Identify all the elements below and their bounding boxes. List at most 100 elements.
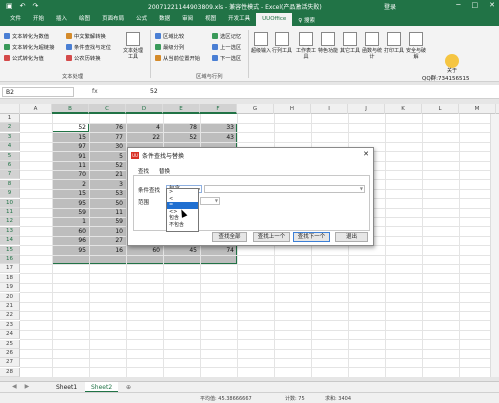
maximize-button[interactable]: □	[472, 1, 479, 9]
formula-to-value-button[interactable]: 公式转化为值	[4, 54, 54, 62]
find-next-button[interactable]: 查找下一个	[293, 232, 330, 242]
column-header-e[interactable]: E	[163, 104, 200, 114]
table-cell[interactable]: 4	[126, 123, 162, 132]
row-col-tools-button[interactable]: 行列工具	[272, 32, 292, 54]
other-tools-button[interactable]: 其它工具	[340, 32, 360, 54]
row-header[interactable]: 18	[0, 273, 20, 283]
column-header-i[interactable]: I	[311, 104, 348, 114]
row-header[interactable]: 8	[0, 179, 20, 189]
previous-selection-button[interactable]: 上一选区	[212, 43, 241, 51]
minimize-button[interactable]: ─	[456, 1, 460, 9]
table-cell[interactable]: 30	[89, 142, 125, 151]
table-cell[interactable]: 60	[52, 227, 88, 236]
calendar-convert-button[interactable]: 公农历转换	[66, 54, 111, 62]
tab-page-layout[interactable]: 页面布局	[96, 13, 130, 26]
print-tools-button[interactable]: 打印工具	[384, 32, 404, 54]
special-features-button[interactable]: 特色功能	[318, 32, 338, 54]
table-cell[interactable]: 59	[52, 208, 88, 217]
column-header-b[interactable]: B	[52, 104, 89, 114]
table-cell[interactable]: 74	[200, 246, 236, 255]
find-all-button[interactable]: 查找全部	[212, 232, 247, 242]
tab-uuoffice[interactable]: UUOffice	[256, 13, 293, 26]
range-select[interactable]: ▼	[200, 197, 220, 205]
column-header-f[interactable]: F	[200, 104, 237, 114]
table-cell[interactable]: 97	[52, 142, 88, 151]
row-header[interactable]: 26	[0, 349, 20, 358]
table-cell[interactable]: 52	[163, 133, 199, 142]
table-cell[interactable]: 22	[126, 133, 162, 142]
row-header[interactable]: 9	[0, 189, 20, 199]
row-header[interactable]: 22	[0, 311, 20, 321]
dialog-close-icon[interactable]: ✕	[363, 150, 369, 158]
worksheet-tools-button[interactable]: 工作表工具	[296, 32, 316, 60]
row-header[interactable]: 4	[0, 142, 20, 152]
super-input-button[interactable]: 超级输入	[251, 32, 271, 54]
row-header[interactable]: 16	[0, 255, 20, 264]
table-cell[interactable]: 95	[52, 199, 88, 208]
tab-view[interactable]: 视图	[199, 13, 222, 26]
table-cell[interactable]: 59	[89, 217, 125, 226]
row-header[interactable]: 11	[0, 208, 20, 217]
save-icon[interactable]: ▣	[6, 2, 13, 10]
start-from-current-button[interactable]: 从当前位置开始	[155, 54, 200, 62]
split-column-button[interactable]: 最级分列	[155, 43, 200, 51]
row-header[interactable]: 19	[0, 283, 20, 293]
conditional-find-button[interactable]: 条件查找与定位	[66, 43, 111, 51]
sheet-prev-icon[interactable]: ◀	[12, 383, 17, 390]
redo-icon[interactable]: ↷	[33, 2, 39, 10]
tab-formulas[interactable]: 公式	[130, 13, 153, 26]
row-header[interactable]: 2	[0, 123, 20, 133]
table-cell[interactable]: 33	[200, 123, 236, 132]
formula-input[interactable]: 52	[150, 88, 158, 95]
row-header[interactable]: 6	[0, 161, 20, 170]
row-header[interactable]: 21	[0, 302, 20, 311]
table-cell[interactable]: 5	[89, 152, 125, 161]
row-header[interactable]: 7	[0, 170, 20, 180]
row-header[interactable]: 14	[0, 236, 20, 246]
table-cell[interactable]: 52	[52, 123, 88, 132]
table-cell[interactable]: 15	[52, 189, 88, 198]
tab-home[interactable]: 开始	[27, 13, 50, 26]
option-not-contains[interactable]: 不包含	[167, 222, 198, 229]
text-tools-button[interactable]: 文本处理工具	[123, 32, 143, 60]
sheet-next-icon[interactable]: ▶	[25, 383, 30, 390]
table-cell[interactable]: 21	[89, 170, 125, 179]
row-header[interactable]: 17	[0, 264, 20, 274]
search-box[interactable]: ♀ 搜索	[298, 16, 315, 24]
row-header[interactable]: 5	[0, 151, 20, 161]
tab-data[interactable]: 数据	[153, 13, 176, 26]
row-header[interactable]: 10	[0, 198, 20, 208]
row-header[interactable]: 25	[0, 339, 20, 349]
column-header-g[interactable]: G	[237, 104, 274, 114]
table-cell[interactable]: 27	[89, 236, 125, 245]
table-cell[interactable]: 11	[52, 161, 88, 170]
table-cell[interactable]: 53	[89, 189, 125, 198]
table-cell[interactable]: 43	[200, 133, 236, 142]
column-header-l[interactable]: L	[422, 104, 459, 114]
table-cell[interactable]: 95	[52, 246, 88, 255]
row-header[interactable]: 27	[0, 358, 20, 368]
vertical-scrollbar[interactable]	[490, 114, 499, 377]
table-cell[interactable]: 45	[163, 246, 199, 255]
fx-icon[interactable]: fx	[92, 88, 98, 95]
table-cell[interactable]: 50	[89, 199, 125, 208]
table-cell[interactable]: 1	[52, 217, 88, 226]
text-to-number-button[interactable]: 文本转化为数值	[4, 32, 54, 40]
tab-file[interactable]: 文件	[4, 13, 27, 26]
column-header-j[interactable]: J	[348, 104, 385, 114]
security-button[interactable]: 安全与破解	[406, 32, 426, 60]
table-cell[interactable]: 96	[52, 236, 88, 245]
undo-icon[interactable]: ↶	[20, 2, 26, 10]
column-header-h[interactable]: H	[274, 104, 311, 114]
table-cell[interactable]: 2	[52, 180, 88, 189]
table-cell[interactable]: 11	[89, 208, 125, 217]
table-cell[interactable]: 91	[52, 152, 88, 161]
range-compare-button[interactable]: 区域比较	[155, 32, 200, 40]
close-button[interactable]: ✕	[489, 1, 495, 9]
row-header[interactable]: 23	[0, 320, 20, 330]
chinese-convert-button[interactable]: 中文繁解转换	[66, 32, 111, 40]
name-box[interactable]: B2	[2, 87, 74, 97]
row-header[interactable]: 13	[0, 226, 20, 236]
table-cell[interactable]: 78	[163, 123, 199, 132]
column-header-a[interactable]: A	[20, 104, 52, 114]
